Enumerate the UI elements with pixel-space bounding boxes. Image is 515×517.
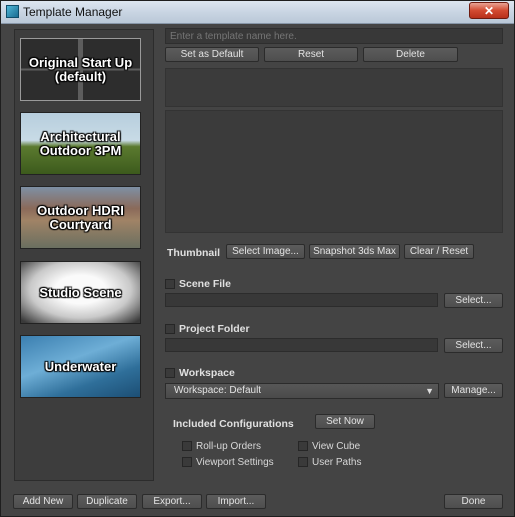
clear-reset-button[interactable]: Clear / Reset [404, 244, 474, 259]
project-folder-checkbox[interactable] [165, 324, 175, 334]
included-configurations-label: Included Configurations [173, 418, 294, 430]
template-label: Underwater [44, 358, 117, 374]
template-item-studio-scene[interactable]: Studio Scene [20, 261, 141, 324]
workspace-label: Workspace [179, 367, 235, 379]
export-button[interactable]: Export... [142, 494, 202, 509]
scene-file-checkbox[interactable] [165, 279, 175, 289]
user-paths-checkbox[interactable] [298, 457, 308, 467]
rollup-orders-label: Roll-up Orders [196, 441, 262, 452]
reset-button[interactable]: Reset [264, 47, 358, 62]
set-as-default-button[interactable]: Set as Default [165, 47, 259, 62]
workspace-dropdown-value: Workspace: Default [174, 385, 262, 396]
description-box[interactable] [165, 68, 503, 107]
manage-workspace-button[interactable]: Manage... [444, 383, 503, 398]
template-name-input[interactable] [165, 28, 503, 44]
template-label: Architectural Outdoor 3PM [39, 128, 122, 158]
snapshot-button[interactable]: Snapshot 3ds Max [309, 244, 400, 259]
project-folder-path-field[interactable] [165, 338, 438, 352]
close-button[interactable]: ✕ [469, 2, 509, 19]
chevron-down-icon: ▼ [425, 386, 434, 396]
template-item-underwater[interactable]: Underwater [20, 335, 141, 398]
set-now-button[interactable]: Set Now [315, 414, 375, 429]
template-item-architectural-outdoor[interactable]: Architectural Outdoor 3PM [20, 112, 141, 175]
template-list: Original Start Up (default) Architectura… [14, 29, 154, 481]
template-item-outdoor-hdri[interactable]: Outdoor HDRI Courtyard [20, 186, 141, 249]
title-bar: Template Manager ✕ [1, 1, 514, 24]
template-item-original-start-up[interactable]: Original Start Up (default) [20, 38, 141, 101]
thumbnail-label: Thumbnail [167, 247, 221, 259]
rollup-orders-checkbox[interactable] [182, 441, 192, 451]
scene-file-select-button[interactable]: Select... [444, 293, 503, 308]
app-icon [6, 5, 19, 18]
add-new-button[interactable]: Add New [13, 494, 73, 509]
user-paths-label: User Paths [312, 457, 362, 468]
project-folder-select-button[interactable]: Select... [444, 338, 503, 353]
select-image-button[interactable]: Select Image... [226, 244, 305, 259]
workspace-dropdown[interactable]: Workspace: Default ▼ [165, 383, 439, 399]
template-label: Original Start Up (default) [28, 54, 133, 84]
view-cube-label: View Cube [312, 441, 361, 452]
viewport-settings-checkbox[interactable] [182, 457, 192, 467]
project-folder-label: Project Folder [179, 323, 250, 335]
template-label: Studio Scene [39, 284, 122, 300]
duplicate-button[interactable]: Duplicate [77, 494, 137, 509]
view-cube-checkbox[interactable] [298, 441, 308, 451]
viewport-settings-label: Viewport Settings [196, 457, 274, 468]
thumbnail-preview [165, 110, 503, 233]
template-manager-window: Template Manager ✕ Original Start Up (de… [0, 0, 515, 517]
delete-button[interactable]: Delete [363, 47, 458, 62]
scene-file-path-field[interactable] [165, 293, 438, 307]
template-label: Outdoor HDRI Courtyard [37, 202, 124, 232]
import-button[interactable]: Import... [206, 494, 266, 509]
window-title: Template Manager [23, 5, 123, 19]
done-button[interactable]: Done [444, 494, 503, 509]
scene-file-label: Scene File [179, 278, 231, 290]
workspace-checkbox[interactable] [165, 368, 175, 378]
